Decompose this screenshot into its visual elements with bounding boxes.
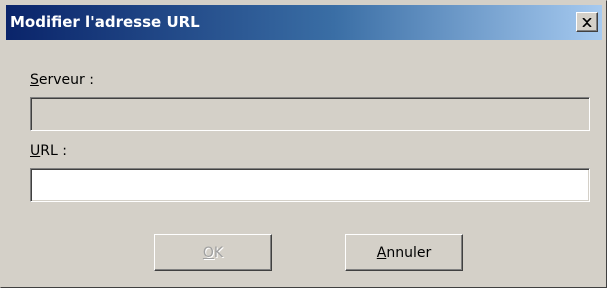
cancel-button-mnemonic: A: [376, 244, 387, 261]
url-label-mnemonic: U: [30, 143, 41, 159]
cancel-button-label: Annuler: [377, 245, 431, 261]
server-label-mnemonic: S: [30, 72, 39, 88]
ok-button[interactable]: OK: [154, 234, 272, 271]
cancel-button[interactable]: Annuler: [345, 234, 463, 271]
ok-button-text: K: [213, 244, 224, 261]
url-field[interactable]: [30, 168, 590, 202]
window-title: Modifier l'adresse URL: [10, 13, 200, 31]
ok-button-mnemonic: O: [202, 244, 214, 261]
title-bar[interactable]: Modifier l'adresse URL: [6, 5, 602, 40]
server-input: [31, 98, 589, 130]
url-label-text: RL :: [40, 143, 67, 159]
url-label: URL :: [30, 143, 67, 159]
server-label: Serveur :: [30, 72, 94, 88]
close-icon: [582, 17, 592, 27]
server-label-text: erveur :: [38, 72, 94, 88]
server-field: [30, 97, 590, 131]
close-button[interactable]: [576, 12, 598, 32]
url-input[interactable]: [31, 169, 589, 201]
edit-url-dialog: Modifier l'adresse URL Serveur : URL : O…: [0, 0, 607, 288]
cancel-button-text: nnuler: [386, 244, 432, 261]
ok-button-label: OK: [203, 245, 223, 261]
